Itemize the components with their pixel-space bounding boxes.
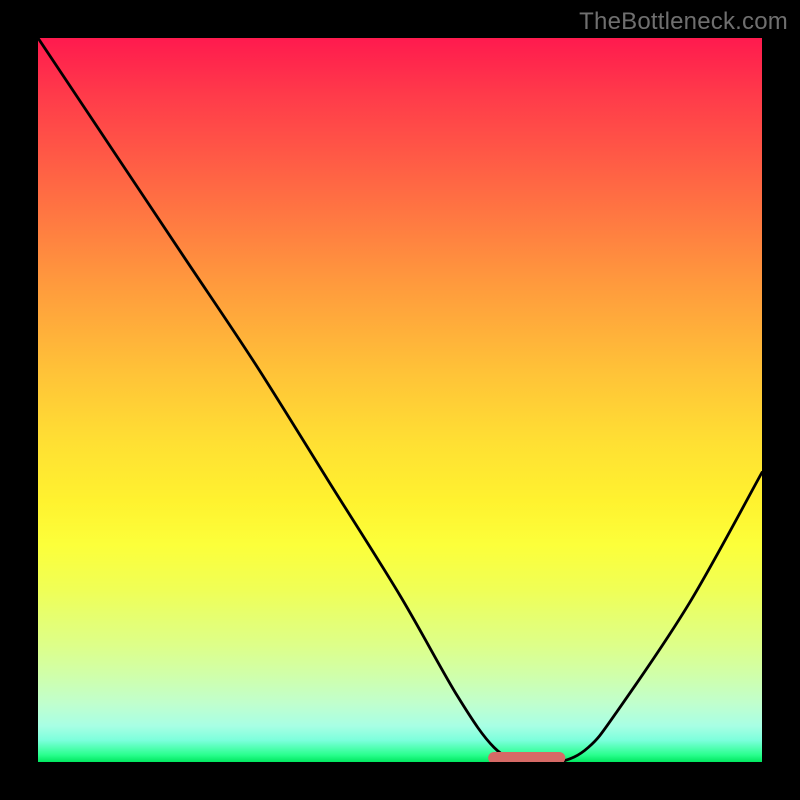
plot-area [38,38,762,762]
chart-frame: TheBottleneck.com [0,0,800,800]
bottleneck-curve [38,38,762,762]
curve-layer [38,38,762,762]
watermark-text: TheBottleneck.com [579,8,788,36]
